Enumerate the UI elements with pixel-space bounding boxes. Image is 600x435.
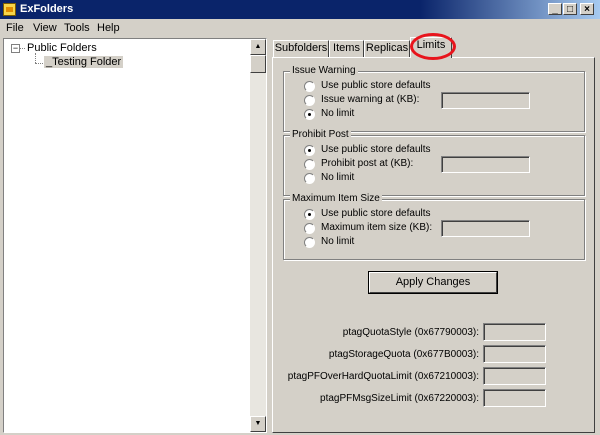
- radio-label: Issue warning at (KB):: [321, 94, 420, 105]
- folder-app-icon: [3, 3, 16, 16]
- window-title: ExFolders: [20, 3, 74, 15]
- folder-tree[interactable]: − Public Folders _Testing Folder ▲ ▼: [3, 38, 267, 433]
- radio-button[interactable]: [304, 159, 315, 170]
- radio-button[interactable]: [304, 223, 315, 234]
- radio-button[interactable]: [304, 95, 315, 106]
- radio-label: Prohibit post at (KB):: [321, 158, 414, 169]
- menu-bar: File View Tools Help: [0, 19, 600, 37]
- menu-view[interactable]: View: [33, 22, 57, 34]
- group-title: Issue Warning: [290, 65, 358, 76]
- menu-help[interactable]: Help: [97, 22, 120, 34]
- arrow-down-icon[interactable]: ▼: [250, 416, 266, 432]
- radio-button[interactable]: [304, 81, 315, 92]
- storage-quota-field: [483, 345, 546, 363]
- arrow-up-icon[interactable]: ▲: [250, 39, 266, 55]
- radio-label: No limit: [321, 236, 355, 247]
- close-button[interactable]: ×: [580, 3, 594, 15]
- apply-changes-button[interactable]: Apply Changes: [368, 271, 498, 294]
- radio-label: Use public store defaults: [321, 144, 431, 155]
- tab-items[interactable]: Items: [329, 40, 364, 57]
- prohibit-post-group: Prohibit Post Use public store defaults …: [283, 129, 585, 196]
- prohibit-post-field[interactable]: [441, 156, 530, 173]
- limits-panel: Issue Warning Use public store defaults …: [272, 57, 595, 433]
- radio-label: Use public store defaults: [321, 80, 431, 91]
- group-title: Maximum Item Size: [290, 193, 382, 204]
- collapse-icon[interactable]: −: [11, 44, 20, 53]
- tree-connector: [20, 48, 25, 49]
- radio-label: Use public store defaults: [321, 208, 431, 219]
- menu-file[interactable]: File: [6, 22, 24, 34]
- radio-label: No limit: [321, 108, 355, 119]
- quota-style-field: [483, 323, 546, 341]
- tree-connector: [35, 63, 43, 64]
- radio-button[interactable]: [304, 173, 315, 184]
- title-bar: ExFolders _ □ ×: [0, 0, 600, 19]
- radio-button[interactable]: [304, 109, 315, 120]
- maximize-button[interactable]: □: [563, 3, 577, 15]
- issue-warning-group: Issue Warning Use public store defaults …: [283, 65, 585, 132]
- tab-replicas[interactable]: Replicas: [364, 40, 410, 57]
- tree-connector: [35, 53, 36, 63]
- menu-tools[interactable]: Tools: [64, 22, 90, 34]
- tab-subfolders[interactable]: Subfolders: [273, 40, 329, 57]
- tree-node-public-folders[interactable]: Public Folders: [27, 42, 97, 54]
- annotation-circle: [410, 33, 456, 60]
- max-item-size-group: Maximum Item Size Use public store defau…: [283, 193, 585, 260]
- minimize-button[interactable]: _: [548, 3, 562, 15]
- radio-label: Maximum item size (KB):: [321, 222, 433, 233]
- radio-button[interactable]: [304, 145, 315, 156]
- issue-warning-field[interactable]: [441, 92, 530, 109]
- radio-button[interactable]: [304, 209, 315, 220]
- prop-label-pf-msg-size-limit: ptagPFMsgSizeLimit (0x67220003):: [320, 393, 479, 404]
- radio-button[interactable]: [304, 237, 315, 248]
- scroll-thumb[interactable]: [250, 55, 266, 73]
- max-item-size-field[interactable]: [441, 220, 530, 237]
- radio-label: No limit: [321, 172, 355, 183]
- pf-msg-size-limit-field: [483, 389, 546, 407]
- prop-label-storage-quota: ptagStorageQuota (0x677B0003):: [328, 349, 479, 360]
- prop-label-pf-over-hard-quota: ptagPFOverHardQuotaLimit (0x67210003):: [287, 371, 479, 382]
- group-title: Prohibit Post: [290, 129, 351, 140]
- pf-over-hard-quota-field: [483, 367, 546, 385]
- tree-node-testing-folder[interactable]: _Testing Folder: [44, 56, 124, 68]
- prop-label-quota-style: ptagQuotaStyle (0x67790003):: [342, 327, 479, 338]
